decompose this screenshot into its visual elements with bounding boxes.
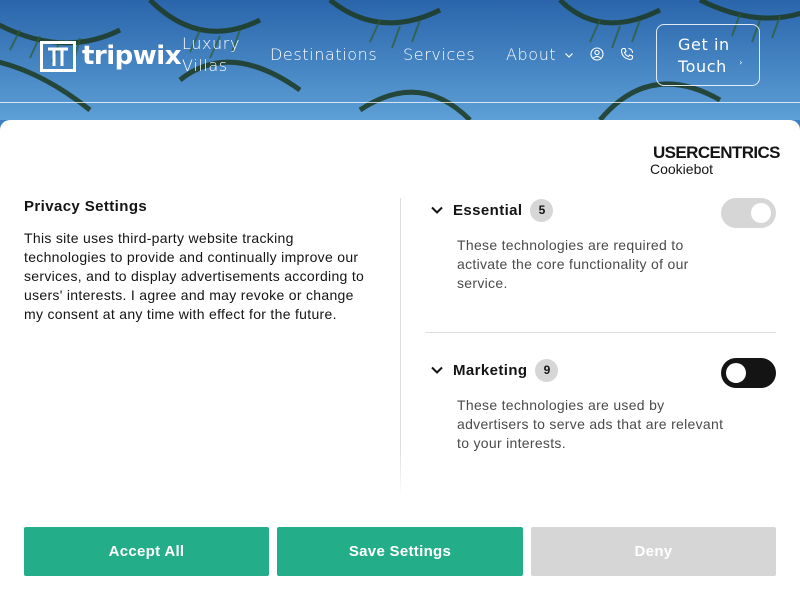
nav-link-about-label: About [506,45,557,64]
chevron-down-icon[interactable] [430,203,444,217]
category-count-badge: 9 [535,358,559,382]
category-label: Essential [453,201,523,219]
logo[interactable]: tripwix [40,40,181,72]
tripwix-logo-icon [40,40,76,72]
nav-link-services[interactable]: Services [403,44,475,66]
usercentrics-cookiebot-logo: USERCENTRICS Cookiebot [650,144,781,178]
toggle-knob [726,363,746,383]
chevron-down-icon [565,53,574,58]
get-in-touch-button[interactable]: Get in Touch › [656,24,760,86]
cookie-consent-dialog: USERCENTRICS Cookiebot Privacy Settings … [0,120,800,600]
nav-link-luxury-villas[interactable]: Luxury Villas [182,33,252,77]
category-essential: Essential 5 These technologies are requi… [425,198,776,293]
nav-link-about[interactable]: About [506,44,574,66]
user-icon[interactable] [590,47,604,61]
consent-intro: Privacy Settings This site uses third-pa… [24,198,369,324]
brand-name: USERCENTRICS [653,143,781,162]
essential-toggle [721,198,776,228]
category-marketing: Marketing 9 These technologies are used … [425,358,776,453]
category-description: These technologies are used by advertise… [457,397,724,451]
category-description: These technologies are required to activ… [457,237,689,291]
logo-text: tripwix [82,41,181,71]
get-in-touch-label: Get in Touch [678,35,730,76]
dialog-description: This site uses third-party website track… [24,230,365,322]
accept-all-button[interactable]: Accept All [24,527,269,576]
brand-sub: Cookiebot [650,161,714,177]
chevron-down-icon[interactable] [430,363,444,377]
toggle-knob [751,203,771,223]
top-navigation: tripwix Luxury Villas Destinations Servi… [0,0,800,103]
dialog-title: Privacy Settings [24,198,148,215]
vertical-divider [400,198,401,496]
category-count-badge: 5 [530,198,554,222]
save-settings-button[interactable]: Save Settings [277,527,523,576]
arrow-right-icon: › [739,58,743,67]
phone-icon[interactable] [620,47,634,61]
marketing-toggle[interactable] [721,358,776,388]
deny-button[interactable]: Deny [531,527,776,576]
horizontal-divider [425,332,776,333]
nav-link-destinations[interactable]: Destinations [270,44,377,66]
category-label: Marketing [453,361,528,379]
